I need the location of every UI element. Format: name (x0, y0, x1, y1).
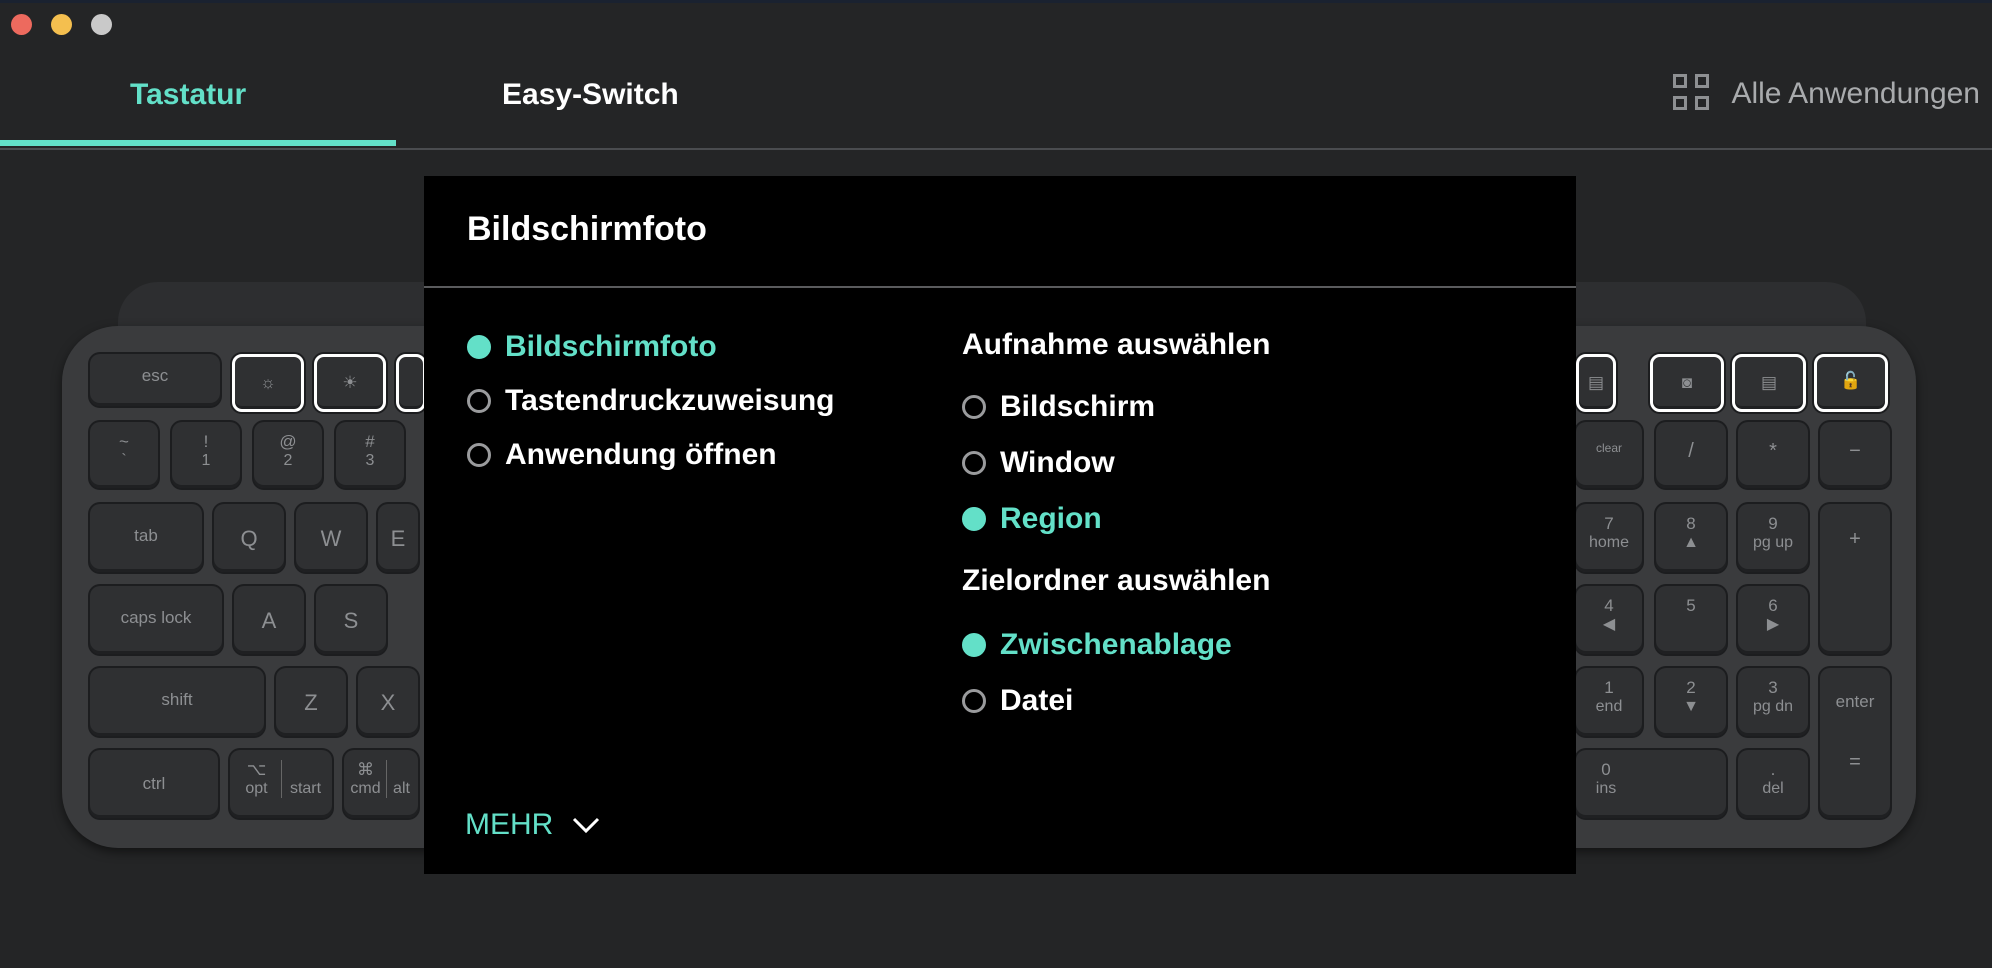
radio-target-datei[interactable]: Datei (962, 684, 1073, 718)
key-8[interactable]: 8 ▲ (1656, 504, 1726, 572)
key-decimal[interactable]: . del (1738, 750, 1808, 818)
radio-capture-region[interactable]: Region (962, 502, 1102, 536)
capture-section-heading: Aufnahme auswählen (962, 328, 1271, 361)
zoom-window-button[interactable] (91, 14, 112, 35)
tab-tastatur[interactable]: Tastatur (130, 78, 246, 112)
target-section-heading: Zielordner auswählen (962, 564, 1271, 597)
key-lock[interactable]: 🔓 (1814, 354, 1888, 412)
screenshot-settings-dialog: Bildschirmfoto Bildschirmfoto Tastendruc… (424, 176, 1576, 874)
key-tilde[interactable]: ~ ` (90, 422, 158, 488)
key-e[interactable]: E (378, 504, 418, 572)
minimize-window-button[interactable] (51, 14, 72, 35)
key-plus[interactable]: + (1820, 504, 1890, 654)
key-esc[interactable]: esc (90, 354, 220, 406)
radio-target-zwischenablage[interactable]: Zwischenablage (962, 628, 1232, 662)
key-divide[interactable]: / (1656, 422, 1726, 488)
radio-selected-icon (962, 507, 986, 531)
key-brightness-up[interactable]: ☀ (314, 354, 386, 412)
tab-easy-switch[interactable]: Easy-Switch (502, 78, 679, 112)
key-opt-start[interactable]: ⌥ opt start (230, 750, 332, 818)
key-screenshot[interactable]: ◙ (1650, 354, 1724, 412)
radio-capture-window[interactable]: Window (962, 446, 1115, 480)
key-9[interactable]: 9 pg up (1738, 504, 1808, 572)
radio-capture-bildschirm[interactable]: Bildschirm (962, 390, 1155, 424)
radio-unselected-icon (467, 389, 491, 413)
key-caps-lock[interactable]: caps lock (90, 586, 222, 654)
key-z[interactable]: Z (276, 668, 346, 736)
radio-unselected-icon (467, 443, 491, 467)
radio-unselected-icon (962, 395, 986, 419)
menu-icon: ▤ (1760, 373, 1778, 392)
radio-selected-icon (467, 335, 491, 359)
key-enter[interactable]: enter = (1820, 668, 1890, 818)
key-clear[interactable]: clear (1576, 422, 1642, 488)
key-4[interactable]: 4 ◀ (1576, 586, 1642, 654)
key-3-numpad[interactable]: 3 pg dn (1738, 668, 1808, 736)
window-top-edge (0, 0, 1992, 3)
close-window-button[interactable] (11, 14, 32, 35)
key-fn3[interactable] (396, 354, 426, 412)
key-s[interactable]: S (316, 586, 386, 654)
key-opt: ⌥ opt (245, 760, 268, 797)
key-minus[interactable]: − (1820, 422, 1890, 488)
key-2-numpad[interactable]: 2 ▼ (1656, 668, 1726, 736)
key-a[interactable]: A (234, 586, 304, 654)
key-cmd-alt[interactable]: ⌘ cmd alt (344, 750, 418, 818)
key-brightness-down[interactable]: ☼ (232, 354, 304, 412)
key-0[interactable]: 0 ins (1576, 750, 1726, 818)
active-tab-indicator (0, 140, 396, 146)
key-ctrl[interactable]: ctrl (90, 750, 218, 818)
key-1-numpad[interactable]: 1 end (1576, 668, 1642, 736)
key-6[interactable]: 6 ▶ (1738, 586, 1808, 654)
all-apps-label: Alle Anwendungen (1731, 77, 1980, 110)
radio-action-tastendruckzuweisung[interactable]: Tastendruckzuweisung (467, 384, 835, 418)
key-multiply[interactable]: * (1738, 422, 1808, 488)
key-shift[interactable]: shift (90, 668, 264, 736)
radio-unselected-icon (962, 689, 986, 713)
key-7[interactable]: 7 home (1576, 504, 1642, 572)
key-2[interactable]: @2 (254, 422, 322, 488)
key-tab[interactable]: tab (90, 504, 202, 572)
dialog-title: Bildschirmfoto (467, 210, 707, 248)
grid-icon (1673, 74, 1713, 114)
chevron-down-icon (573, 817, 600, 834)
key-start: start (280, 760, 330, 798)
key-cmd: ⌘ cmd (350, 760, 381, 797)
key-w[interactable]: W (296, 504, 366, 572)
key-fn-menu[interactable]: ▤ (1732, 354, 1806, 412)
lock-icon: 🔓 (1840, 371, 1862, 390)
tab-bar: Tastatur Easy-Switch Alle Anwendungen (0, 60, 1992, 150)
camera-icon: ◙ (1681, 373, 1693, 392)
key-3[interactable]: #3 (336, 422, 404, 488)
all-apps-button[interactable]: Alle Anwendungen (1673, 74, 1980, 114)
radio-action-anwendung-oeffnen[interactable]: Anwendung öffnen (467, 438, 777, 472)
key-1[interactable]: ! 1 (172, 422, 240, 488)
key-alt: alt (385, 760, 417, 798)
key-fn-notes[interactable]: ▤ (1576, 354, 1616, 412)
key-x[interactable]: X (358, 668, 418, 736)
dialog-divider (424, 286, 1576, 288)
brightness-high-icon: ☀ (342, 373, 358, 392)
radio-action-bildschirmfoto[interactable]: Bildschirmfoto (467, 330, 717, 364)
key-5[interactable]: 5 (1656, 586, 1726, 654)
brightness-low-icon: ☼ (260, 373, 276, 392)
radio-selected-icon (962, 633, 986, 657)
key-q[interactable]: Q (214, 504, 284, 572)
note-icon: ▤ (1587, 373, 1605, 392)
more-button[interactable]: MEHR (465, 808, 601, 842)
radio-unselected-icon (962, 451, 986, 475)
